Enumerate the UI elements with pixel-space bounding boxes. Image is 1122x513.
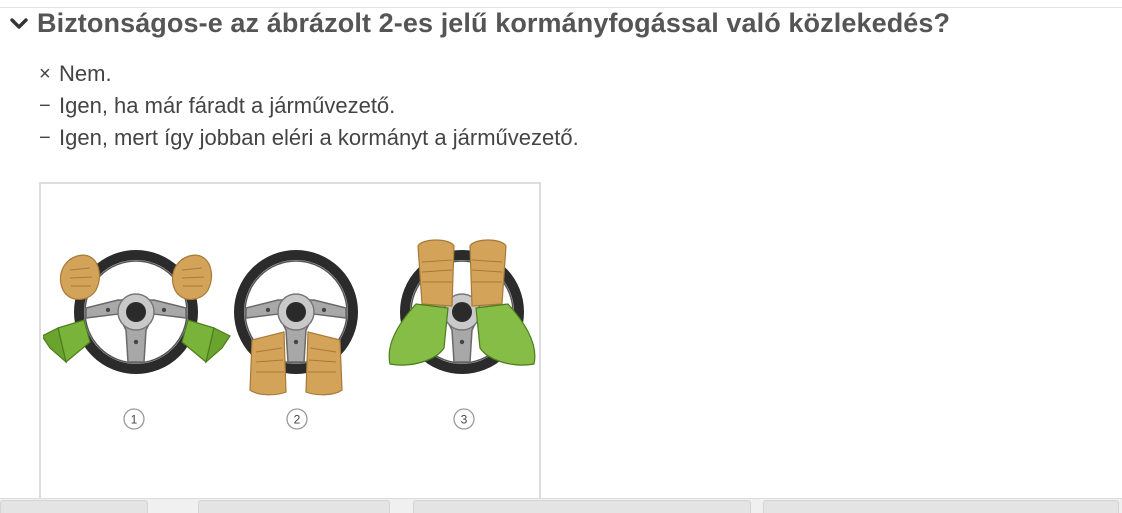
answer-list: × Nem. − Igen, ha már fáradt a járműveze… <box>39 58 579 154</box>
bottom-tab[interactable] <box>0 500 148 513</box>
answer-item[interactable]: × Nem. <box>39 58 579 90</box>
figure-label-2: 2 <box>286 408 308 430</box>
svg-text:1: 1 <box>131 413 138 427</box>
answer-item[interactable]: − Igen, mert így jobban eléri a kormányt… <box>39 122 579 154</box>
bottom-tab[interactable] <box>413 500 751 513</box>
figure-label-3: 3 <box>453 408 475 430</box>
question-text: Biztonságos-e az ábrázolt 2-es jelű korm… <box>37 8 951 38</box>
answer-text: Igen, mert így jobban eléri a kormányt a… <box>59 125 579 150</box>
bottom-tab[interactable] <box>763 500 1119 513</box>
steering-grip-illustration: 1 2 3 <box>39 182 541 501</box>
top-divider <box>0 0 1122 8</box>
steering-wheels-image: 1 2 3 <box>43 239 536 430</box>
dash-mark-icon: − <box>39 126 51 149</box>
answer-text: Igen, ha már fáradt a járművezető. <box>59 93 396 118</box>
dash-mark-icon: − <box>39 94 51 117</box>
answer-item[interactable]: − Igen, ha már fáradt a járművezető. <box>39 90 579 122</box>
answer-text: Nem. <box>59 61 112 86</box>
figure-label-1: 1 <box>123 408 145 430</box>
chevron-down-icon[interactable] <box>10 16 28 32</box>
question-header[interactable]: Biztonságos-e az ábrázolt 2-es jelű korm… <box>10 8 950 39</box>
wrong-mark-icon: × <box>39 62 51 85</box>
svg-text:3: 3 <box>461 413 468 427</box>
bottom-tab[interactable] <box>198 500 390 513</box>
svg-text:2: 2 <box>294 413 301 427</box>
